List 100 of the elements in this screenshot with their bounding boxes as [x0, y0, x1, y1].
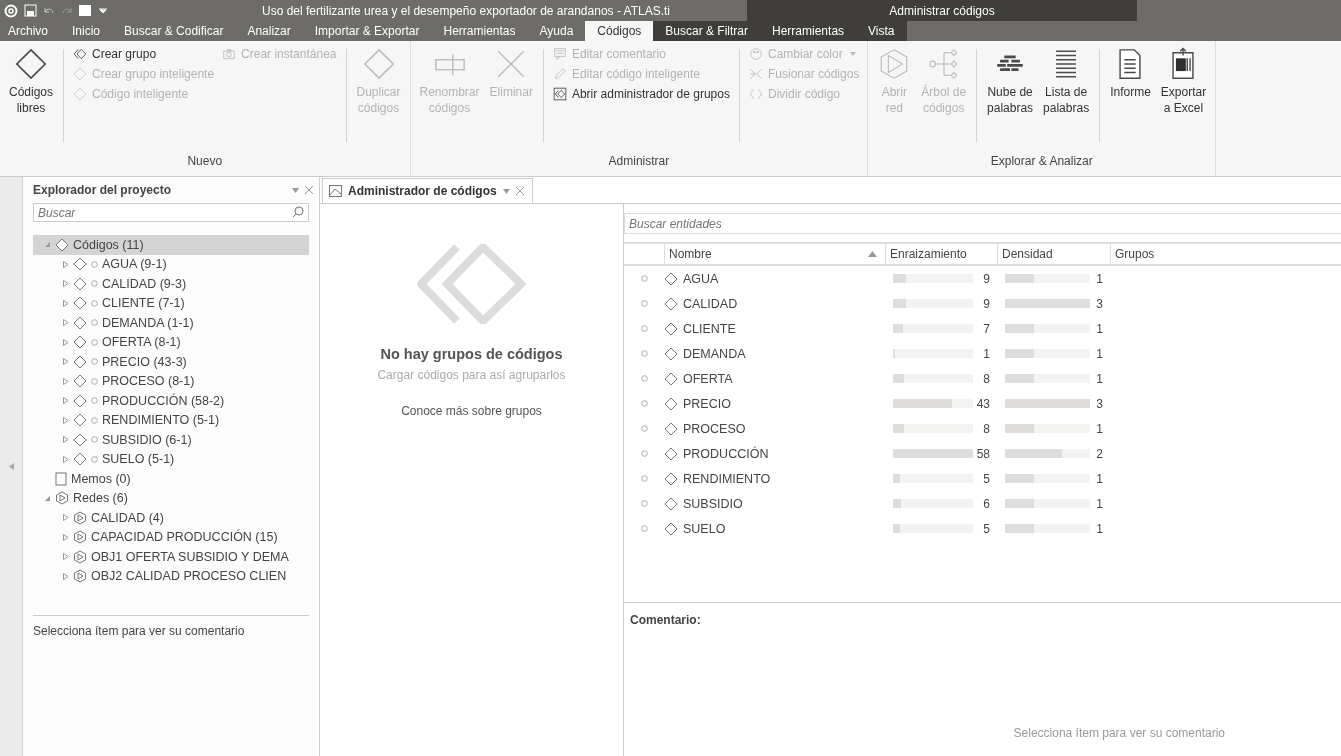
expand-arrow-icon[interactable]: [61, 338, 69, 346]
tree-item[interactable]: PRECIO (43-3): [33, 352, 309, 372]
rooting-value: 8: [983, 421, 990, 436]
circle-icon: [640, 475, 648, 482]
diamond-icon: [664, 271, 678, 286]
redo-icon[interactable]: [61, 5, 73, 16]
expand-arrow-icon[interactable]: [61, 280, 69, 288]
column-header[interactable]: Nombre: [664, 244, 885, 264]
tree-item[interactable]: OBJ2 CALIDAD PROCESO CLIEN: [33, 566, 309, 586]
diamond-icon: [73, 296, 87, 311]
expand-arrow-icon[interactable]: [61, 455, 69, 463]
tree-item[interactable]: OFERTA (8-1): [33, 332, 309, 352]
column-header[interactable]: Enraizamiento: [885, 244, 997, 264]
expand-arrow-icon[interactable]: [61, 533, 69, 541]
collapse-arrow-icon[interactable]: [43, 494, 51, 502]
table-row[interactable]: AGUA 9 1: [624, 266, 1341, 291]
expand-arrow-icon[interactable]: [61, 377, 69, 385]
menu-tab[interactable]: Buscar & Codificar: [112, 21, 236, 41]
density-value: 1: [1096, 521, 1103, 536]
expand-arrow-icon[interactable]: [61, 436, 69, 444]
diamond-icon: [73, 354, 87, 369]
tree-item[interactable]: OBJ1 OFERTA SUBSIDIO Y DEMA: [33, 547, 309, 567]
menu-tab[interactable]: Herramientas: [431, 21, 528, 41]
dropdown-icon[interactable]: [99, 7, 107, 14]
window-title: Uso del fertilizante urea y el desempeño exportador de arandanos - ATLAS.ti: [262, 2, 671, 20]
dropdown-icon[interactable]: [502, 188, 510, 194]
window-layout-icon[interactable]: [79, 5, 93, 16]
code-name: RENDIMIENTO: [683, 471, 771, 486]
tree-item[interactable]: AGUA (9-1): [33, 254, 309, 274]
column-header[interactable]: Grupos: [1110, 244, 1341, 264]
close-icon[interactable]: [305, 186, 313, 194]
expand-arrow-icon[interactable]: [61, 319, 69, 327]
table-row[interactable]: OFERTA 8 1: [624, 366, 1341, 391]
code-name: SUELO: [683, 521, 726, 536]
tree-item[interactable]: CALIDAD (9-3): [33, 274, 309, 294]
tree-item[interactable]: SUELO (5-1): [33, 449, 309, 469]
expand-arrow-icon[interactable]: [61, 416, 69, 424]
ribbon-button[interactable]: Nube de palabras: [984, 45, 1037, 119]
circle-icon: [91, 260, 98, 268]
expand-arrow-icon[interactable]: [61, 358, 69, 366]
ribbon-button[interactable]: Exportar a Excel: [1157, 45, 1210, 119]
ribbon-button[interactable]: Lista de palabras: [1040, 45, 1093, 119]
table-row[interactable]: CALIDAD 9 3: [624, 291, 1341, 316]
menu-tab[interactable]: Buscar & Filtrar: [653, 21, 761, 41]
tree-item[interactable]: PROCESO (8-1): [33, 371, 309, 391]
search-field[interactable]: Buscar entidades: [624, 213, 1341, 234]
undo-icon[interactable]: [43, 5, 55, 16]
circle-icon: [640, 450, 648, 457]
panel-title: Explorador del proyecto: [33, 183, 172, 197]
close-icon[interactable]: [515, 187, 524, 195]
table-row[interactable]: DEMANDA 1 1: [624, 341, 1341, 366]
tree-item[interactable]: RENDIMIENTO (5-1): [33, 410, 309, 430]
menu-tab[interactable]: Importar & Exportar: [302, 21, 432, 41]
menu-tab[interactable]: Inicio: [60, 21, 113, 41]
diamond-icon: [73, 315, 87, 330]
tree-item[interactable]: Memos (0): [33, 469, 309, 489]
tree-item[interactable]: CAPACIDAD PRODUCCIÓN (15): [33, 527, 309, 547]
tree-item[interactable]: CALIDAD (4): [33, 508, 309, 528]
search-field[interactable]: Buscar: [33, 203, 309, 222]
menu-tab[interactable]: Archivo: [0, 21, 60, 41]
table-row[interactable]: RENDIMIENTO 5 1: [624, 466, 1341, 491]
menu-tab[interactable]: Herramientas: [760, 21, 857, 41]
tree-item[interactable]: Redes (6): [33, 488, 309, 508]
column-header[interactable]: Densidad: [997, 244, 1110, 264]
menu-tab[interactable]: Vista: [856, 21, 907, 41]
hexagon-icon: [73, 510, 87, 525]
menu-tab[interactable]: Ayuda: [527, 21, 586, 41]
ribbon-button[interactable]: Informe: [1107, 45, 1154, 103]
comment-field[interactable]: Selecciona ítem para ver su comentario: [33, 615, 309, 756]
tree-item[interactable]: PRODUCCIÓN (58-2): [33, 391, 309, 411]
document-tab[interactable]: Administrador de códigos: [322, 178, 533, 203]
expand-arrow-icon[interactable]: [61, 553, 69, 561]
circle-icon: [640, 500, 648, 507]
expand-arrow-icon[interactable]: [61, 397, 69, 405]
table-row[interactable]: PROCESO 8 1: [624, 416, 1341, 441]
expand-arrow-icon[interactable]: [61, 260, 69, 268]
rooting-value: 5: [983, 471, 990, 486]
learn-more-link[interactable]: Conoce más sobre grupos: [401, 404, 542, 418]
expand-arrow-icon[interactable]: [61, 514, 69, 522]
tree-item[interactable]: DEMANDA (1-1): [33, 313, 309, 333]
table-row[interactable]: CLIENTE 7 1: [624, 316, 1341, 341]
collapse-arrow-icon[interactable]: [43, 241, 51, 249]
expand-arrow-icon[interactable]: [61, 572, 69, 580]
ribbon-button[interactable]: Abrir administrador de grupos: [550, 85, 732, 103]
table-row[interactable]: SUBSIDIO 6 1: [624, 491, 1341, 516]
ribbon-button[interactable]: Crear grupo: [71, 45, 217, 63]
circle-icon: [91, 377, 98, 385]
table-row[interactable]: PRECIO 43 3: [624, 391, 1341, 416]
ribbon-button[interactable]: Códigos libres: [6, 45, 57, 119]
tree-item[interactable]: Códigos (11): [33, 235, 309, 255]
expand-arrow-icon[interactable]: [61, 299, 69, 307]
menu-tab[interactable]: Analizar: [235, 21, 303, 41]
menu-tab[interactable]: Códigos: [585, 21, 654, 41]
tree-item[interactable]: SUBSIDIO (6-1): [33, 430, 309, 450]
tree-item[interactable]: CLIENTE (7-1): [33, 293, 309, 313]
save-icon[interactable]: [24, 4, 37, 17]
table-row[interactable]: PRODUCCIÓN 58 2: [624, 441, 1341, 466]
table-row[interactable]: SUELO 5 1: [624, 516, 1341, 541]
collapse-arrow-icon[interactable]: [8, 463, 14, 470]
dropdown-icon[interactable]: [292, 187, 299, 193]
